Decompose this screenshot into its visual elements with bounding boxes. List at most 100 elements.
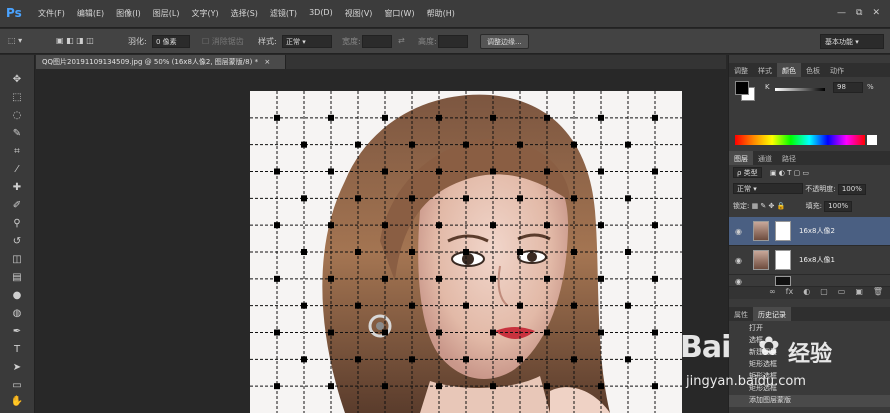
fill-input[interactable]: 100% — [824, 201, 853, 212]
grid-node — [328, 329, 334, 336]
grid-node — [274, 383, 280, 390]
k-slider[interactable] — [775, 88, 825, 91]
width-input[interactable] — [362, 35, 392, 48]
photoshop-logo: Ps — [6, 6, 22, 20]
marquee-tool-icon[interactable]: ⬚ — [9, 91, 25, 105]
grid-node — [382, 275, 388, 282]
menu-3d[interactable]: 3D(D) — [309, 8, 333, 19]
color-spectrum[interactable] — [735, 135, 865, 145]
close-icon[interactable]: ✕ — [872, 8, 880, 18]
watermark-brand: Bai — [680, 330, 731, 365]
menu-help[interactable]: 帮助(H) — [427, 8, 455, 19]
tab-paths[interactable]: 路径 — [777, 151, 801, 165]
shape-tool-icon[interactable]: ▭ — [9, 379, 25, 393]
trash-icon[interactable]: 🗑 — [873, 287, 883, 299]
menu-window[interactable]: 窗口(W) — [384, 8, 414, 19]
tab-styles[interactable]: 样式 — [753, 63, 777, 77]
height-input[interactable] — [438, 35, 468, 48]
grid-node — [463, 356, 469, 363]
watermark-url: jingyan.baidu.com — [686, 374, 806, 389]
workspace-select[interactable]: 基本功能 ▾ — [820, 34, 884, 49]
color-panel-tabs: 调整 样式 颜色 色板 动作 — [729, 63, 890, 77]
layer-mask-thumbnail[interactable] — [775, 221, 791, 241]
eye-icon[interactable]: ◉ — [735, 256, 742, 265]
eye-icon[interactable]: ◉ — [735, 227, 742, 236]
lock-icons[interactable]: ▦ ✎ ✥ 🔒 — [752, 202, 786, 210]
hand-tool-icon[interactable]: ✋ — [9, 395, 25, 409]
layer-row[interactable]: ◉ 16x8人像1 — [729, 246, 890, 275]
grid-node — [652, 275, 658, 282]
layer-mask-thumbnail[interactable] — [775, 276, 791, 286]
crop-tool-icon[interactable]: ⌗ — [9, 145, 25, 159]
link-icon[interactable]: ∞ — [769, 287, 776, 299]
menu-filter[interactable]: 滤镜(T) — [270, 8, 297, 19]
blur-tool-icon[interactable]: ● — [9, 289, 25, 303]
dodge-tool-icon[interactable]: ◍ — [9, 307, 25, 321]
tab-channels[interactable]: 通道 — [753, 151, 777, 165]
tab-swatches[interactable]: 色板 — [801, 63, 825, 77]
tab-properties[interactable]: 属性 — [729, 307, 753, 321]
close-tab-icon[interactable]: × — [264, 58, 270, 66]
menu-file[interactable]: 文件(F) — [38, 8, 65, 19]
restore-icon[interactable]: ⧉ — [856, 8, 862, 18]
kind-filter[interactable]: ρ 类型 — [733, 167, 762, 178]
tab-history[interactable]: 历史记录 — [753, 307, 791, 321]
healing-brush-icon[interactable]: ✚ — [9, 181, 25, 195]
tab-actions[interactable]: 动作 — [825, 63, 849, 77]
menu-type[interactable]: 文字(Y) — [191, 8, 218, 19]
gradient-tool-icon[interactable]: ▤ — [9, 271, 25, 285]
swap-icon[interactable]: ⇄ — [398, 36, 405, 45]
layer-thumbnail — [753, 250, 769, 270]
pen-tool-icon[interactable]: ✒ — [9, 325, 25, 339]
layer-mask-thumbnail[interactable] — [775, 250, 791, 270]
eyedropper-icon[interactable]: ⁄ — [9, 163, 25, 177]
menu-view[interactable]: 视图(V) — [345, 8, 373, 19]
filter-icons[interactable]: ▣ ◐ T ▢ ▭ — [770, 169, 809, 177]
lasso-tool-icon[interactable]: ◌ — [9, 109, 25, 123]
path-select-icon[interactable]: ➤ — [9, 361, 25, 375]
menu-image[interactable]: 图像(I) — [116, 8, 141, 19]
eraser-tool-icon[interactable]: ◫ — [9, 253, 25, 267]
menu-layer[interactable]: 图层(L) — [153, 8, 180, 19]
document-tab[interactable]: QQ图片20191109134509.jpg @ 50% (16x8人像2, 图… — [36, 55, 286, 69]
layer-filter[interactable]: ρ 类型 ▣ ◐ T ▢ ▭ — [733, 167, 809, 179]
grid-node — [328, 222, 334, 229]
history-brush-icon[interactable]: ↺ — [9, 235, 25, 249]
tab-color[interactable]: 颜色 — [777, 63, 801, 77]
blend-mode-select[interactable]: 正常 ▾ — [733, 183, 803, 194]
new-layer-icon[interactable]: ▣ — [855, 287, 863, 299]
style-select[interactable]: 正常 ▾ — [282, 35, 332, 48]
menu-edit[interactable]: 编辑(E) — [77, 8, 104, 19]
eye-icon[interactable]: ◉ — [735, 277, 742, 286]
foreground-color-swatch[interactable] — [735, 81, 749, 95]
minimize-icon[interactable]: — — [837, 8, 846, 18]
antialias-checkbox[interactable]: ☐ 消除锯齿 — [202, 36, 244, 47]
tab-adjustments[interactable]: 调整 — [729, 63, 753, 77]
white-swatch[interactable] — [867, 135, 877, 145]
adjustment-icon[interactable]: ◐ — [803, 287, 810, 299]
opacity-input[interactable]: 100% — [837, 184, 866, 195]
quick-select-icon[interactable]: ✎ — [9, 127, 25, 141]
menu-select[interactable]: 选择(S) — [231, 8, 258, 19]
group-icon[interactable]: ▭ — [838, 287, 846, 299]
clone-stamp-icon[interactable]: ⚲ — [9, 217, 25, 231]
feather-input[interactable]: 0 像素 — [152, 35, 190, 48]
antialias-label: 消除锯齿 — [211, 37, 244, 46]
brush-tool-icon[interactable]: ✐ — [9, 199, 25, 213]
layer-row[interactable]: ◉ 16x8人像2 — [729, 217, 890, 246]
tab-layers[interactable]: 图层 — [729, 151, 753, 165]
document-canvas[interactable] — [250, 91, 682, 413]
move-tool-icon[interactable]: ✥ — [9, 73, 25, 87]
type-tool-icon[interactable]: T — [9, 343, 25, 357]
grid-node — [463, 141, 469, 148]
mask-icon[interactable]: ▢ — [820, 287, 828, 299]
layer-row[interactable]: ◉ — [729, 275, 890, 287]
k-value-input[interactable]: 98 — [833, 82, 863, 93]
fx-icon[interactable]: fx — [786, 287, 794, 299]
marquee-tool-icon[interactable]: ⬚ ▾ — [8, 36, 22, 45]
grid-node — [652, 168, 658, 175]
lock-fill-row: 锁定: ▦ ✎ ✥ 🔒 填充: 100% — [733, 201, 853, 213]
refine-edge-button[interactable]: 调整边缘... — [480, 34, 529, 49]
selection-mode-icons[interactable]: ▣ ◧ ◨ ◫ — [56, 36, 94, 45]
main-menu: 文件(F) 编辑(E) 图像(I) 图层(L) 文字(Y) 选择(S) 滤镜(T… — [38, 8, 455, 19]
